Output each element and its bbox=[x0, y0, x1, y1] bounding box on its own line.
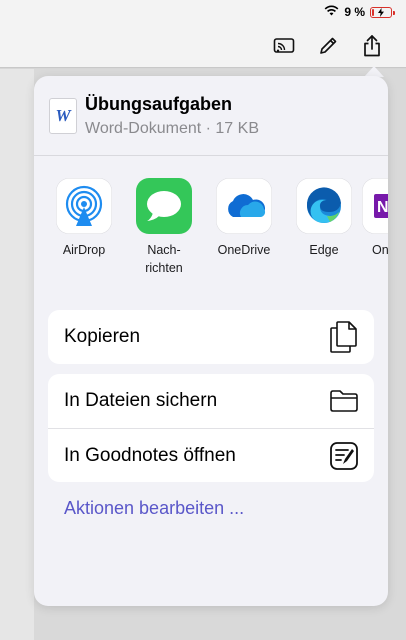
file-subtitle: Word-Dokument · 17 KB bbox=[85, 120, 259, 137]
app-onedrive[interactable]: OneDrive bbox=[208, 178, 280, 259]
action-label: In Goodnotes öffnen bbox=[64, 444, 236, 466]
app-label: AirDrop bbox=[62, 243, 106, 257]
app-messages[interactable]: Nach- richten bbox=[128, 178, 200, 277]
pencil-icon[interactable] bbox=[316, 34, 340, 58]
onenote-icon: N bbox=[362, 178, 388, 234]
app-label: Nach- richten bbox=[145, 243, 183, 275]
document-toolbar bbox=[272, 34, 384, 58]
share-icon[interactable] bbox=[360, 34, 384, 58]
app-onenote[interactable]: N On bbox=[362, 178, 388, 259]
save-to-files-action[interactable]: In Dateien sichern bbox=[48, 374, 374, 428]
edge-icon bbox=[296, 178, 352, 234]
file-name: Übungsaufgaben bbox=[85, 94, 232, 114]
onedrive-icon bbox=[216, 178, 272, 234]
svg-text:N: N bbox=[377, 199, 388, 216]
goodnotes-icon bbox=[328, 440, 360, 472]
share-sheet-header: W Übungsaufgaben Word-Dokument · 17 KB bbox=[34, 76, 388, 156]
app-label: On bbox=[372, 243, 388, 257]
share-apps-row: AirDrop Nach- richten OneDrive Edge N On bbox=[48, 178, 388, 278]
battery-icon bbox=[370, 6, 395, 18]
copy-action[interactable]: Kopieren bbox=[48, 310, 374, 364]
app-label: Edge bbox=[309, 243, 339, 257]
share-sheet: W Übungsaufgaben Word-Dokument · 17 KB A… bbox=[34, 76, 388, 606]
word-file-icon: W bbox=[49, 98, 77, 134]
action-label: Kopieren bbox=[64, 326, 141, 347]
top-toolbar-area: 9 % bbox=[0, 0, 406, 68]
cast-icon[interactable] bbox=[272, 34, 296, 58]
airdrop-icon bbox=[56, 178, 112, 234]
status-bar: 9 % bbox=[324, 4, 395, 20]
app-airdrop[interactable]: AirDrop bbox=[48, 178, 120, 259]
open-in-goodnotes-action[interactable]: In Goodnotes öffnen bbox=[48, 428, 374, 482]
copy-icon bbox=[328, 321, 360, 353]
wifi-icon bbox=[324, 5, 339, 19]
battery-percent: 9 % bbox=[344, 5, 365, 19]
messages-icon bbox=[136, 178, 192, 234]
app-edge[interactable]: Edge bbox=[288, 178, 360, 259]
action-label: In Dateien sichern bbox=[64, 390, 218, 411]
folder-icon bbox=[328, 385, 360, 417]
edit-actions-link[interactable]: Aktionen bearbeiten ... bbox=[64, 498, 244, 519]
document-page-edge bbox=[0, 69, 34, 640]
app-label: OneDrive bbox=[217, 243, 271, 257]
action-group-files: In Dateien sichern In Goodnotes öffnen bbox=[48, 374, 374, 482]
action-group-copy: Kopieren bbox=[48, 310, 374, 364]
